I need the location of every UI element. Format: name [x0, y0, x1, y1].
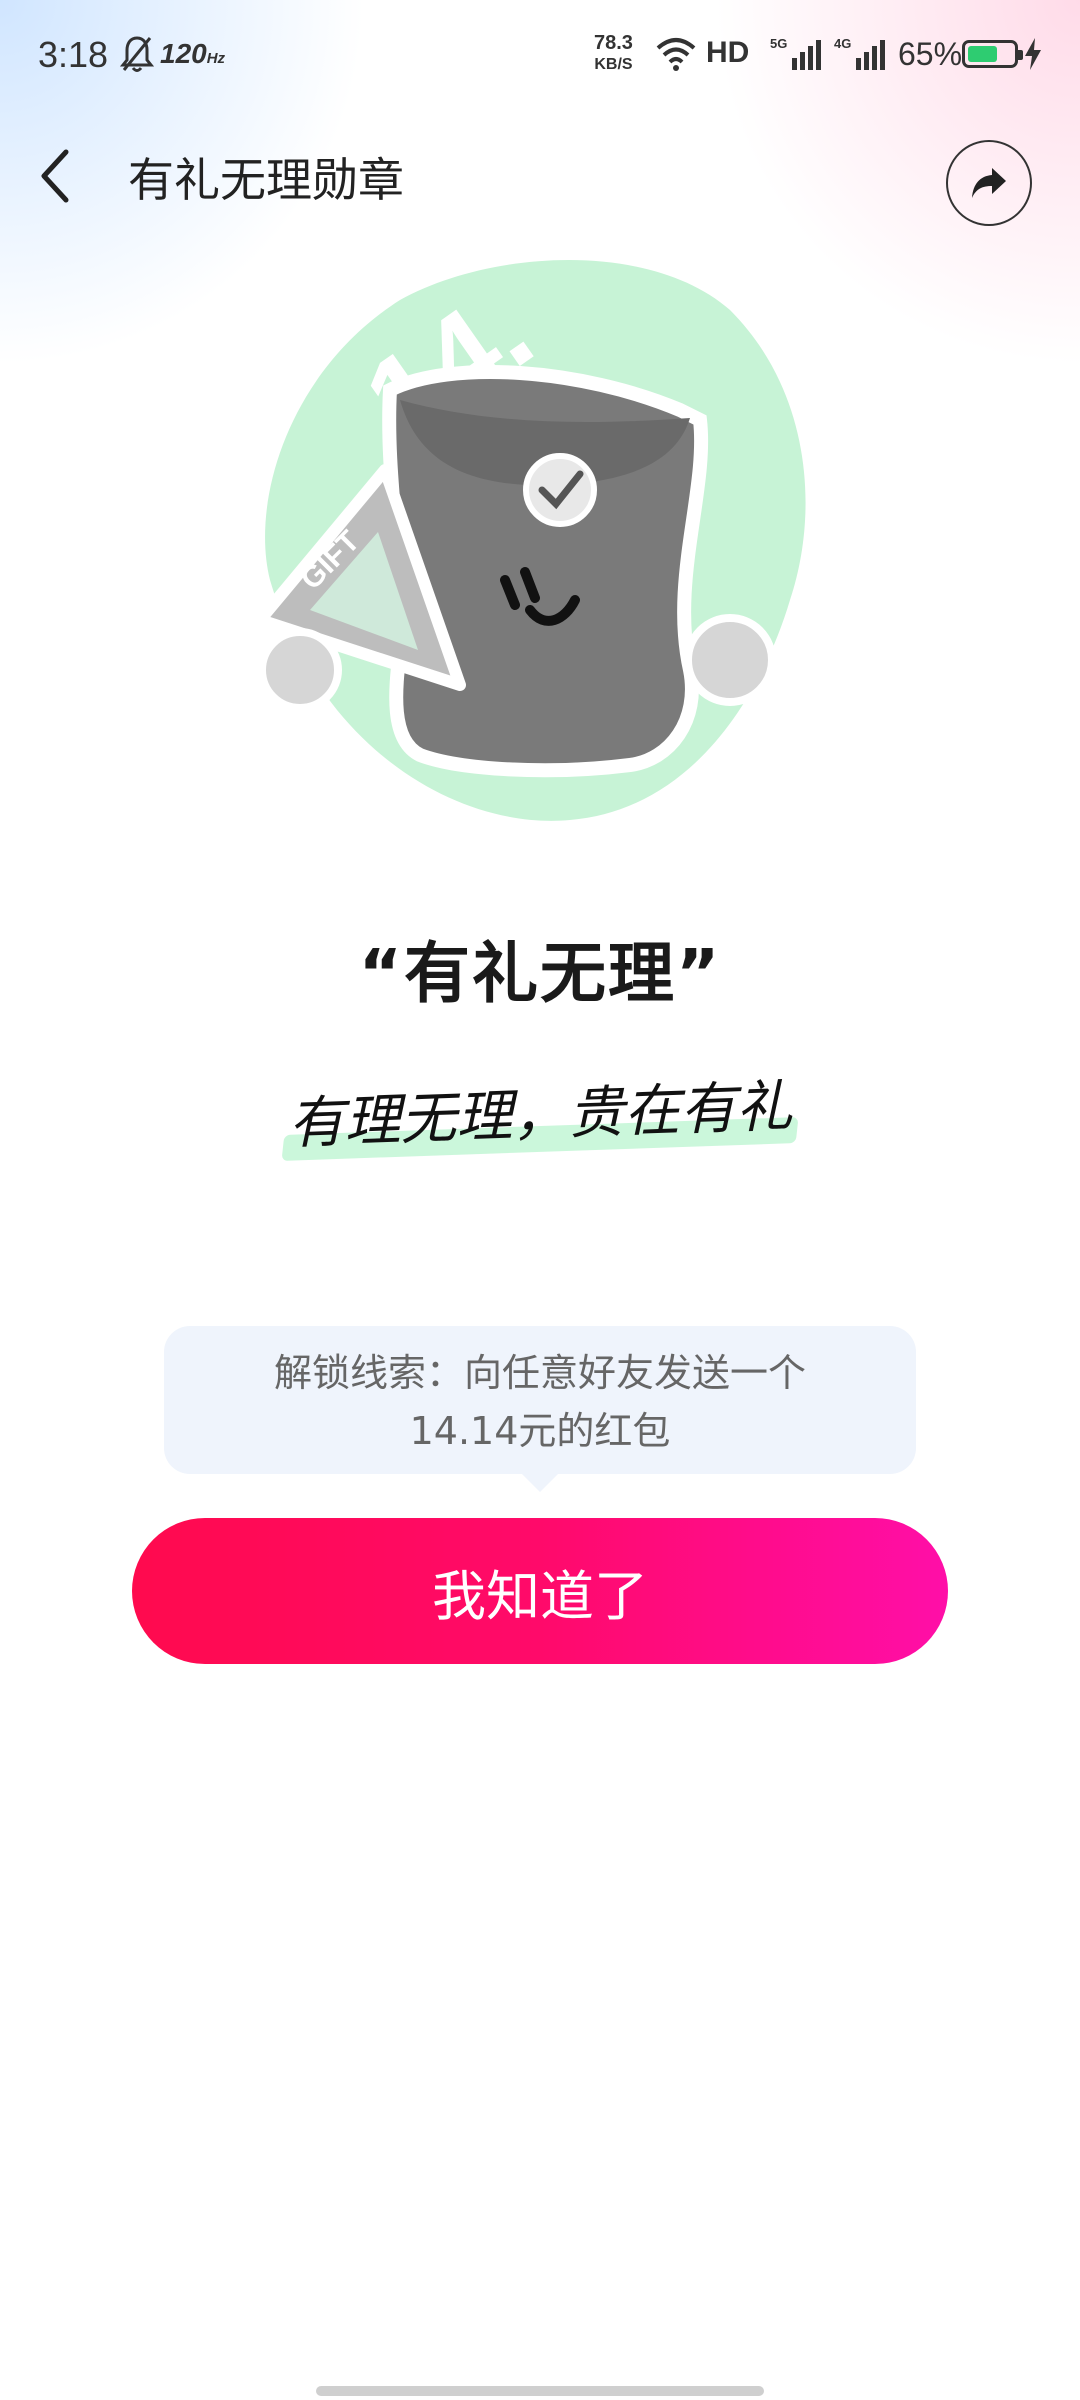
network-speed-value: 78.3 — [594, 32, 633, 54]
badge-image: 14. GIFT — [254, 260, 806, 821]
signal-4g-icon: 4G — [834, 36, 885, 70]
status-bar: 3:18 120Hz 78.3 KB/S HD 5G 4G 65% — [0, 0, 1080, 110]
refresh-rate: 120Hz — [160, 38, 225, 70]
refresh-rate-value: 120 — [160, 38, 207, 69]
signal-5g-icon: 5G — [770, 36, 821, 70]
tooltip-pointer — [518, 1470, 562, 1492]
wifi-icon — [656, 38, 696, 71]
back-arrow-icon[interactable] — [34, 146, 78, 206]
unlock-hint-line-1: 解锁线索：向任意好友发送一个 — [273, 1351, 806, 1395]
hd-indicator: HD — [706, 36, 750, 69]
badge-motto: 有理无理，贵在有礼 — [280, 1060, 800, 1180]
share-button[interactable] — [946, 140, 1032, 226]
badge-title: “有礼无理” — [358, 935, 722, 1012]
charging-bolt-icon — [1025, 38, 1041, 70]
refresh-rate-unit: Hz — [206, 50, 226, 67]
unlock-hint-tooltip: 解锁线索：向任意好友发送一个 14.14元的红包 — [164, 1326, 916, 1474]
signal-4g-label: 4G — [834, 36, 851, 51]
page-title: 有礼无理勋章 — [128, 153, 404, 207]
got-it-button[interactable]: 我知道了 — [132, 1518, 948, 1664]
network-speed-unit: KB/S — [594, 56, 633, 73]
network-speed: 78.3 KB/S — [594, 32, 633, 76]
home-indicator[interactable] — [316, 2386, 764, 2396]
signal-5g-label: 5G — [770, 36, 787, 51]
status-time: 3:18 — [38, 34, 109, 75]
unlock-hint-line-2: 14.14元的红包 — [409, 1409, 671, 1453]
battery-icon — [962, 40, 1023, 68]
battery-percent: 65% — [898, 36, 963, 72]
mute-bell-icon — [120, 36, 154, 72]
share-arrow-icon — [972, 168, 1006, 198]
battery-fill — [968, 46, 997, 62]
